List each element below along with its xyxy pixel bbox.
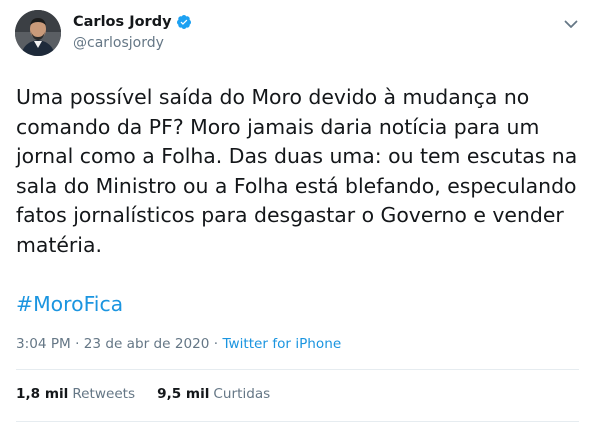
- retweets-label: Retweets: [72, 386, 136, 402]
- likes-count: 9,5 mil: [157, 386, 210, 402]
- user-handle[interactable]: @carlosjordy: [73, 35, 192, 51]
- tweet-text-line: sala do Ministro ou a Folha está blefand…: [16, 173, 577, 198]
- chevron-down-icon[interactable]: [563, 16, 579, 32]
- avatar[interactable]: [15, 10, 61, 56]
- tweet-card: Carlos Jordy @carlosjordy Uma possível s…: [0, 0, 595, 429]
- tweet-time[interactable]: 3:04 PM: [16, 336, 71, 352]
- tweet-text-line: matéria.: [16, 232, 102, 257]
- tweet-stats: 1,8 mil Retweets 9,5 mil Curtidas: [16, 386, 270, 402]
- hashtag-link[interactable]: #MoroFica: [16, 290, 123, 319]
- tweet-source-link[interactable]: Twitter for iPhone: [222, 336, 341, 352]
- likes-label: Curtidas: [213, 386, 271, 402]
- tweet-meta: 3:04 PM · 23 de abr de 2020 · Twitter fo…: [16, 336, 341, 352]
- meta-separator: ·: [70, 336, 84, 352]
- verified-badge-icon: [176, 14, 192, 30]
- user-info: Carlos Jordy @carlosjordy: [73, 12, 192, 51]
- retweets-count: 1,8 mil: [16, 386, 69, 402]
- divider: [16, 369, 579, 370]
- tweet-text-line: comando da PF? Moro jamais daria notícia…: [16, 114, 540, 139]
- retweets-stat[interactable]: 1,8 mil Retweets: [16, 386, 135, 402]
- name-row: Carlos Jordy: [73, 12, 192, 32]
- divider: [16, 421, 579, 422]
- meta-separator: ·: [209, 336, 223, 352]
- tweet-text: Uma possível saída do Moro devido à muda…: [16, 83, 586, 260]
- display-name[interactable]: Carlos Jordy: [73, 14, 172, 30]
- tweet-text-line: Uma possível saída do Moro devido à muda…: [16, 85, 530, 109]
- likes-stat[interactable]: 9,5 mil Curtidas: [157, 386, 270, 402]
- tweet-date[interactable]: 23 de abr de 2020: [84, 336, 210, 352]
- tweet-text-line: fatos jornalísticos para desgastar o Gov…: [16, 203, 564, 227]
- tweet-text-line: jornal como a Folha. Das duas uma: ou te…: [16, 144, 578, 168]
